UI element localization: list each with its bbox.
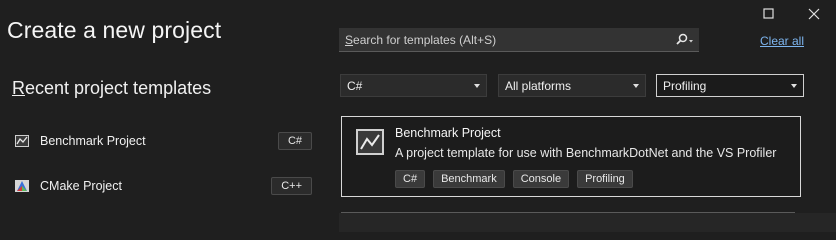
clear-all-link[interactable]: Clear all — [760, 34, 804, 48]
chevron-down-icon — [633, 83, 639, 88]
recent-heading-text: ecent project templates — [25, 78, 212, 98]
language-badge: C# — [277, 132, 312, 150]
maximize-icon — [763, 8, 774, 19]
benchmark-chart-icon — [15, 135, 29, 147]
search-placeholder-text: earch for templates (Alt+S) — [353, 32, 497, 47]
template-description: A project template for use with Benchmar… — [395, 146, 777, 160]
recent-item-benchmark-project[interactable]: Benchmark Project C# — [14, 129, 312, 153]
platform-filter-value: All platforms — [505, 78, 572, 93]
benchmark-chart-icon — [356, 129, 384, 155]
search-icon[interactable] — [673, 31, 695, 49]
project-type-filter-value: Profiling — [663, 78, 707, 93]
close-button[interactable] — [804, 4, 824, 24]
search-placeholder: Search for templates (Alt+S) — [345, 33, 673, 47]
recent-templates-heading: Recent project templates — [12, 78, 211, 99]
language-filter-value: C# — [347, 78, 363, 93]
template-name: Benchmark Project — [395, 126, 501, 140]
template-tags: C# Benchmark Console Profiling — [395, 170, 633, 188]
language-filter-dropdown[interactable]: C# — [340, 74, 487, 97]
maximize-button[interactable] — [759, 4, 779, 24]
search-input[interactable]: Search for templates (Alt+S) — [339, 28, 699, 52]
chevron-down-icon — [474, 83, 480, 88]
tag-profiling: Profiling — [577, 170, 633, 188]
language-badge: C++ — [271, 177, 312, 195]
platform-filter-dropdown[interactable]: All platforms — [498, 74, 646, 97]
recent-item-name: CMake Project — [40, 179, 122, 193]
chevron-down-icon — [791, 83, 797, 88]
recent-heading-accesskey: R — [12, 78, 25, 98]
project-type-filter-dropdown[interactable]: Profiling — [656, 74, 804, 97]
template-result-card[interactable]: Benchmark Project A project template for… — [341, 116, 801, 197]
results-list-remainder — [339, 213, 836, 232]
recent-item-name: Benchmark Project — [40, 134, 146, 148]
tag-benchmark: Benchmark — [433, 170, 505, 188]
search-accesskey: S — [345, 32, 354, 47]
tag-console: Console — [512, 170, 570, 188]
recent-item-cmake-project[interactable]: CMake Project C++ — [14, 174, 312, 198]
tag-language: C# — [395, 170, 426, 188]
cmake-icon — [15, 180, 29, 192]
page-title: Create a new project — [7, 17, 222, 43]
close-icon — [808, 8, 820, 20]
create-new-project-window: Create a new project Recent project temp… — [0, 0, 836, 232]
